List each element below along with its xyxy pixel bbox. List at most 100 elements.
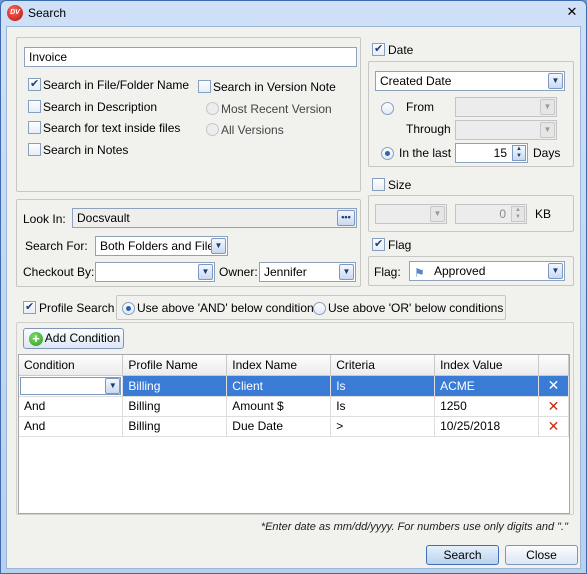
flag-group: Flag: ⚑ Approved ▼ bbox=[368, 256, 574, 286]
search-for-dropdown[interactable]: Both Folders and Files ▼ bbox=[95, 236, 228, 256]
column-header-criteria[interactable]: Criteria bbox=[330, 355, 436, 376]
profile-name-cell[interactable]: Billing bbox=[122, 396, 228, 417]
date-checkbox[interactable] bbox=[372, 42, 385, 56]
condition-dropdown[interactable]: ▼ bbox=[20, 376, 122, 395]
version-note-checkbox[interactable] bbox=[198, 80, 211, 93]
column-header-index-value[interactable]: Index Value bbox=[434, 355, 539, 376]
look-in-field[interactable]: Docsvault ••• bbox=[72, 208, 357, 228]
in-the-last-radio[interactable] bbox=[381, 147, 394, 160]
index-value-cell[interactable]: ACME bbox=[434, 375, 539, 397]
column-header-profile-name[interactable]: Profile Name bbox=[122, 355, 228, 376]
chevron-down-icon: ▼ bbox=[211, 238, 226, 254]
criteria-cell[interactable]: > bbox=[330, 416, 436, 437]
or-conditions-radio[interactable] bbox=[313, 302, 326, 315]
table-row[interactable]: ▼ Billing Client Is ACME ✕ bbox=[19, 375, 570, 397]
description-checkbox[interactable] bbox=[28, 100, 41, 113]
text-inside-files-checkbox[interactable] bbox=[28, 121, 41, 134]
text-inside-files-label: Search for text inside files bbox=[43, 121, 181, 135]
condition-cell[interactable]: And bbox=[19, 396, 124, 417]
all-versions-radio[interactable] bbox=[206, 123, 219, 136]
file-folder-name-checkbox[interactable] bbox=[28, 77, 41, 91]
spinner-up-down-icon[interactable]: ▲ ▼ bbox=[512, 145, 526, 161]
column-header-condition[interactable]: Condition bbox=[19, 355, 124, 376]
index-value-cell[interactable]: 10/25/2018 bbox=[434, 416, 539, 437]
index-name-cell[interactable]: Client bbox=[226, 375, 332, 397]
delete-row-icon[interactable]: ✕ bbox=[538, 396, 570, 417]
through-date-picker[interactable]: ▼ bbox=[455, 120, 557, 140]
add-condition-label: Add Condition bbox=[44, 331, 121, 345]
condition-cell[interactable]: And bbox=[19, 416, 124, 437]
window-title: Search bbox=[28, 6, 67, 20]
flag-icon: ⚑ bbox=[414, 266, 425, 280]
add-condition-button[interactable]: + Add Condition bbox=[23, 328, 124, 349]
owner-value: Jennifer bbox=[264, 265, 307, 279]
kb-unit-label: KB bbox=[535, 207, 552, 221]
from-date-picker[interactable]: ▼ bbox=[455, 97, 557, 117]
notes-checkbox[interactable] bbox=[28, 143, 41, 156]
profile-search-label: Profile Search bbox=[39, 301, 115, 315]
chevron-down-icon: ▼ bbox=[105, 377, 121, 394]
conditions-grid: Condition Profile Name Index Name Criter… bbox=[19, 355, 570, 437]
flag-dropdown[interactable]: ⚑ Approved ▼ bbox=[409, 261, 565, 281]
most-recent-version-radio[interactable] bbox=[206, 102, 219, 115]
add-icon: + bbox=[29, 332, 43, 346]
search-button[interactable]: Search bbox=[426, 545, 499, 565]
close-button-label: Close bbox=[526, 548, 557, 562]
size-checkbox[interactable] bbox=[372, 178, 385, 191]
search-for-value: Both Folders and Files bbox=[100, 239, 221, 253]
delete-row-icon[interactable]: ✕ bbox=[538, 416, 570, 437]
profile-search-checkbox[interactable] bbox=[23, 300, 36, 314]
chevron-down-icon: ▼ bbox=[339, 264, 354, 280]
date-field-dropdown[interactable]: Created Date ▼ bbox=[375, 71, 565, 91]
version-note-label: Search in Version Note bbox=[213, 80, 336, 94]
flag-field-label: Flag: bbox=[374, 265, 401, 279]
location-group: Look In: Docsvault ••• Search For: Both … bbox=[16, 199, 361, 287]
date-label: Date bbox=[388, 43, 414, 57]
in-the-last-value: 15 bbox=[493, 146, 507, 160]
delete-row-icon[interactable]: ✕ bbox=[538, 375, 570, 397]
chevron-down-icon: ▼ bbox=[548, 73, 563, 89]
and-conditions-radio[interactable] bbox=[122, 302, 135, 315]
checkout-by-dropdown[interactable]: ▼ bbox=[95, 262, 215, 282]
browse-button[interactable]: ••• bbox=[337, 210, 355, 226]
criteria-cell[interactable]: Is bbox=[330, 375, 436, 397]
date-range-radio[interactable] bbox=[381, 102, 394, 115]
size-value: 0 bbox=[499, 207, 506, 221]
chevron-down-icon: ▼ bbox=[540, 122, 555, 138]
column-header-index-name[interactable]: Index Name bbox=[226, 355, 332, 376]
flag-checkbox[interactable] bbox=[372, 237, 385, 251]
date-field-value: Created Date bbox=[380, 74, 452, 88]
from-label: From bbox=[406, 100, 434, 114]
criteria-cell[interactable]: Is bbox=[330, 396, 436, 417]
profile-condition-mode-group: Use above 'AND' below conditions Use abo… bbox=[116, 295, 506, 320]
close-window-icon[interactable]: ✕ bbox=[564, 5, 580, 20]
dialog-body: Invoice Search in File/Folder Name Searc… bbox=[6, 26, 581, 569]
flag-label: Flag bbox=[388, 238, 412, 252]
or-conditions-label: Use above 'OR' below conditions bbox=[328, 301, 504, 315]
search-dialog: DV Search ✕ Invoice Search in File/Folde… bbox=[0, 0, 587, 574]
profile-name-cell[interactable]: Billing bbox=[122, 375, 228, 397]
title-bar[interactable]: DV Search ✕ bbox=[1, 1, 586, 25]
spinner-up-down-icon[interactable]: ▲ ▼ bbox=[511, 206, 525, 222]
profile-name-cell[interactable]: Billing bbox=[122, 416, 228, 437]
table-header-row: Condition Profile Name Index Name Criter… bbox=[19, 355, 570, 376]
date-group: Created Date ▼ From ▼ Through ▼ In the l… bbox=[368, 61, 574, 167]
days-unit-label: Days bbox=[533, 146, 561, 160]
look-in-label: Look In: bbox=[23, 212, 66, 226]
owner-dropdown[interactable]: Jennifer ▼ bbox=[259, 262, 356, 282]
size-operator-dropdown[interactable]: ▼ bbox=[375, 204, 447, 224]
keyword-input[interactable]: Invoice bbox=[24, 47, 357, 67]
size-value-stepper[interactable]: 0 ▲ ▼ bbox=[455, 204, 527, 224]
index-value-cell[interactable]: 1250 bbox=[434, 396, 539, 417]
chevron-down-icon: ▼ bbox=[430, 206, 445, 222]
table-row[interactable]: And Billing Amount $ Is 1250 ✕ bbox=[19, 396, 570, 417]
index-name-cell[interactable]: Amount $ bbox=[226, 396, 332, 417]
size-label: Size bbox=[388, 178, 412, 192]
chevron-down-icon: ▼ bbox=[198, 264, 213, 280]
condition-cell[interactable]: ▼ bbox=[19, 375, 124, 397]
index-name-cell[interactable]: Due Date bbox=[226, 416, 332, 437]
table-row[interactable]: And Billing Due Date > 10/25/2018 ✕ bbox=[19, 416, 570, 437]
close-button[interactable]: Close bbox=[505, 545, 578, 565]
all-versions-label: All Versions bbox=[221, 123, 284, 137]
in-the-last-stepper[interactable]: 15 ▲ ▼ bbox=[455, 143, 528, 163]
